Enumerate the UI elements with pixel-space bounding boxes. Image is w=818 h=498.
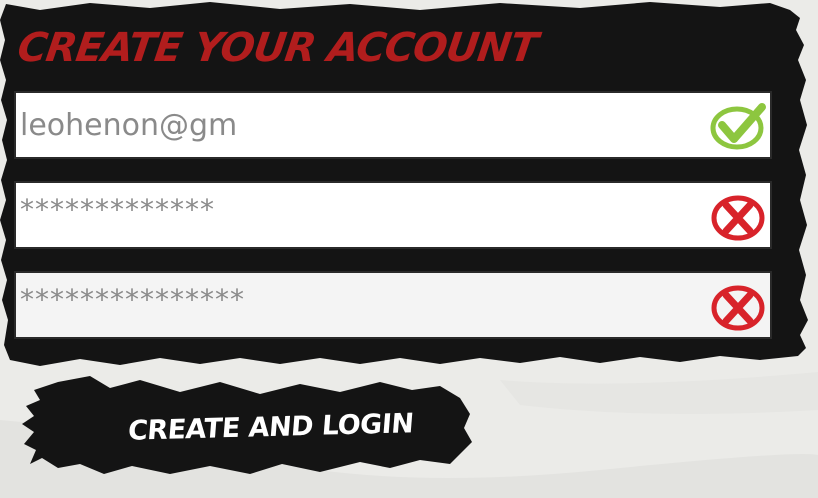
error-x-icon (710, 281, 766, 333)
error-x-icon (710, 191, 766, 243)
email-field[interactable] (14, 91, 772, 159)
password-input[interactable] (20, 177, 710, 241)
password-field[interactable] (14, 177, 772, 249)
checkmark-icon (710, 101, 766, 153)
confirm-password-input[interactable] (20, 267, 710, 331)
email-input[interactable] (20, 93, 710, 157)
confirm-password-field[interactable] (14, 267, 772, 339)
form-title: CREATE YOUR ACCOUNT (14, 25, 540, 71)
create-and-login-button[interactable]: CREATE AND LOGIN (20, 368, 475, 486)
